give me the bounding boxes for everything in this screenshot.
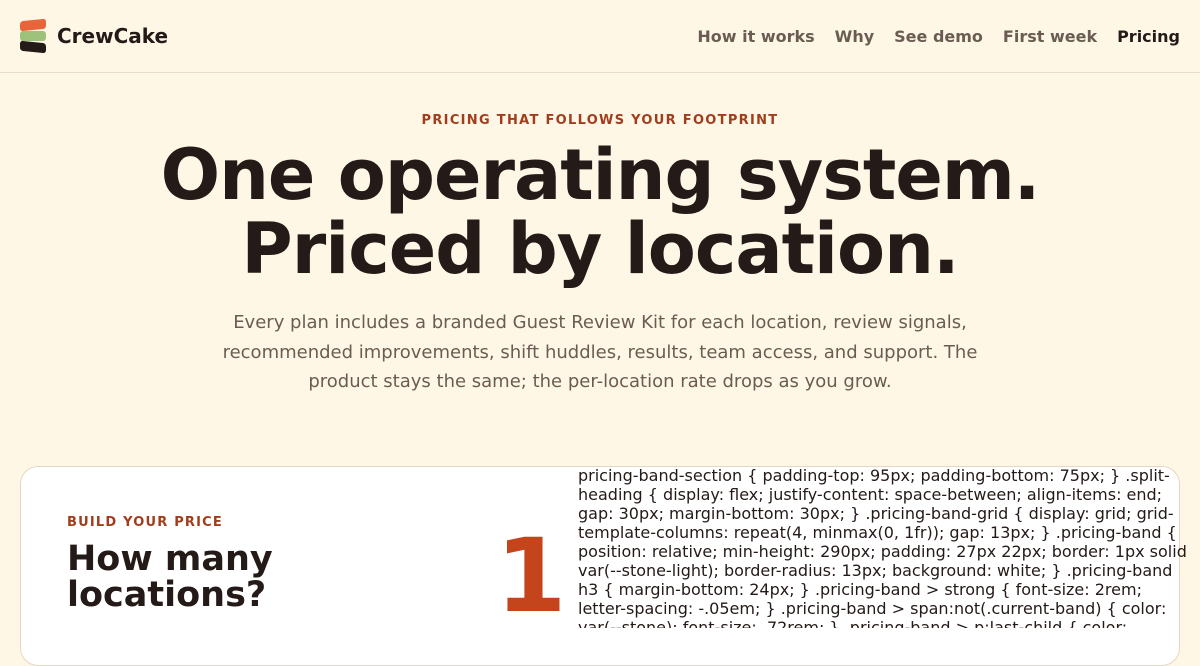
- main-nav: How it works Why See demo First week Pri…: [697, 27, 1180, 46]
- location-count-value: 1: [495, 517, 567, 636]
- brand-name: CrewCake: [57, 24, 169, 48]
- nav-link-pricing[interactable]: Pricing: [1117, 27, 1180, 46]
- pricing-hero: PRICING THAT FOLLOWS YOUR FOOTPRINT One …: [0, 73, 1200, 397]
- nav-link-why[interactable]: Why: [835, 27, 874, 46]
- nav-link-how-it-works[interactable]: How it works: [697, 27, 814, 46]
- builder-eyebrow: BUILD YOUR PRICE: [67, 515, 223, 530]
- nav-link-see-demo[interactable]: See demo: [894, 27, 983, 46]
- hero-headline-line-1: One operating system.: [160, 134, 1041, 216]
- nav-link-first-week[interactable]: First week: [1003, 27, 1097, 46]
- top-navigation-bar: CrewCake How it works Why See demo First…: [0, 0, 1200, 73]
- hero-eyebrow: PRICING THAT FOLLOWS YOUR FOOTPRINT: [421, 113, 779, 128]
- builder-title: How many locations?: [67, 539, 273, 615]
- crewcake-logo-icon: [20, 18, 47, 54]
- unstyled-css-text: pricing-band-section { padding-top: 95px…: [578, 466, 1187, 628]
- hero-headline: One operating system. Priced by location…: [0, 138, 1200, 286]
- hero-subcopy: Every plan includes a branded Guest Revi…: [222, 312, 978, 392]
- hero-headline-line-2: Priced by location.: [241, 208, 959, 290]
- brand-link[interactable]: CrewCake: [20, 18, 169, 54]
